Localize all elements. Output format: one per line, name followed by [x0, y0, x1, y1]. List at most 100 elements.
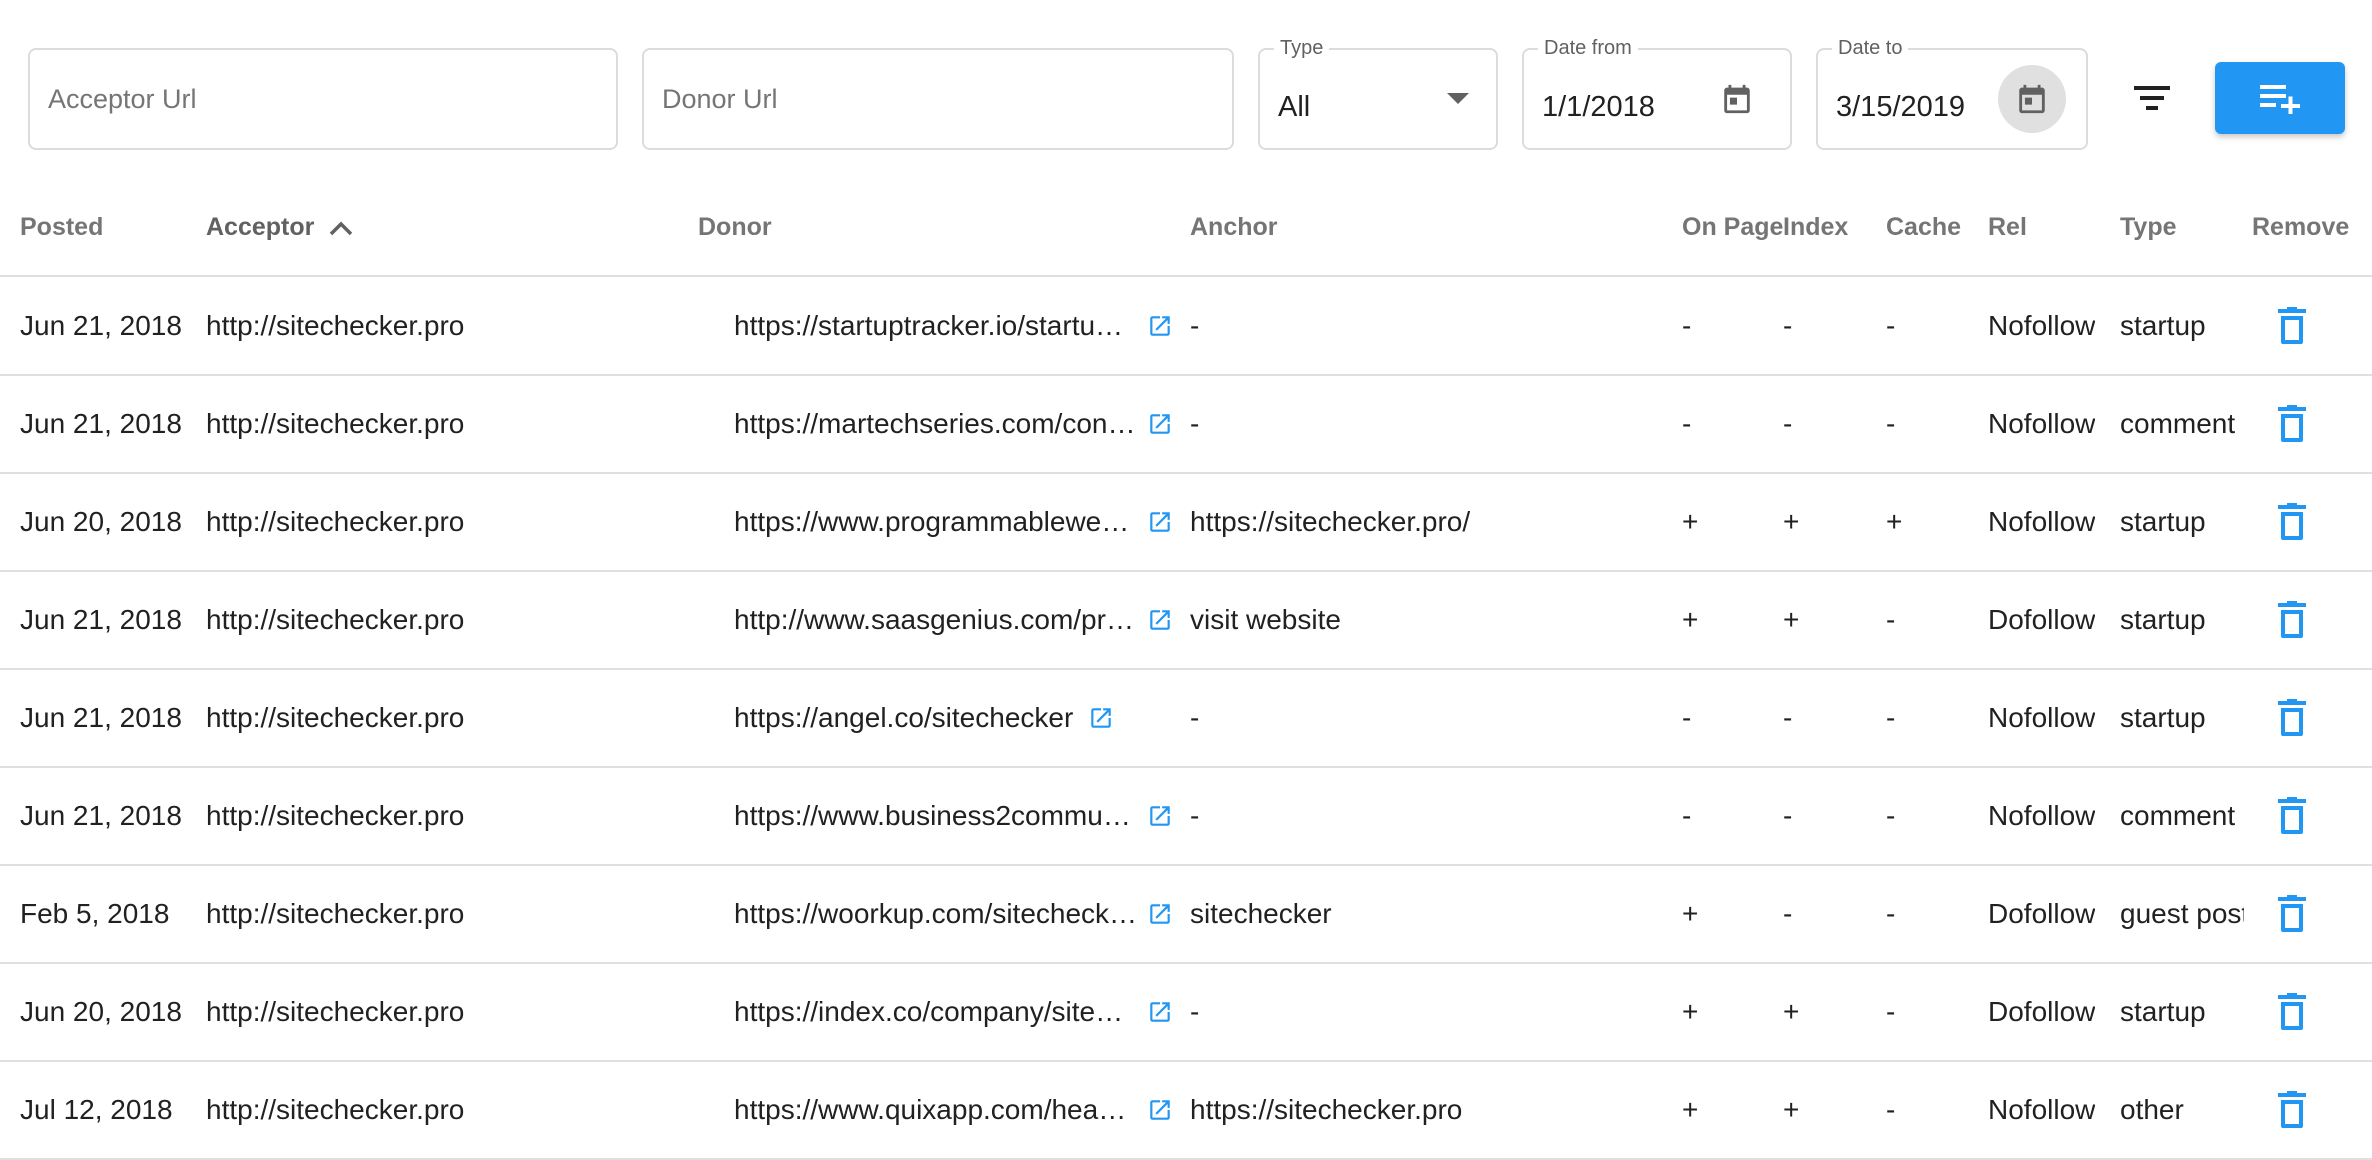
delete-icon[interactable] — [2268, 596, 2316, 644]
on-page-cell: + — [1682, 604, 1699, 635]
posted-cell: Jun 20, 2018 — [20, 506, 182, 537]
date-from-field[interactable]: Date from 1/1/2018 — [1522, 36, 1792, 150]
acceptor-cell: http://sitechecker.pro — [206, 1094, 465, 1125]
date-to-label: Date to — [1832, 36, 1909, 60]
open-in-new-icon[interactable] — [1146, 998, 1174, 1026]
donor-link[interactable]: https://www.programmablewe… — [734, 506, 1129, 538]
type-cell: startup — [2120, 702, 2206, 733]
donor-link[interactable]: https://martechseries.com/con… — [734, 408, 1135, 440]
index-cell: - — [1783, 800, 1793, 831]
rel-cell: Nofollow — [1988, 1094, 2096, 1125]
delete-icon[interactable] — [2268, 792, 2316, 840]
donor-url-input[interactable] — [662, 50, 1214, 148]
index-cell: + — [1783, 506, 1800, 537]
calendar-icon[interactable] — [1720, 81, 1754, 117]
filter-button[interactable] — [2120, 66, 2184, 130]
donor-link[interactable]: https://www.quixapp.com/hea… — [734, 1094, 1126, 1126]
rel-cell: Dofollow — [1988, 996, 2096, 1027]
column-header-donor[interactable]: Donor — [698, 180, 772, 275]
column-header-on-page[interactable]: On Page — [1682, 180, 1783, 275]
index-cell: + — [1783, 604, 1800, 635]
table-row: Jun 21, 2018 http://sitechecker.pro https:… — [0, 768, 2372, 866]
column-header-rel[interactable]: Rel — [1988, 180, 2027, 275]
calendar-icon[interactable] — [1998, 65, 2066, 133]
table-row: Jun 21, 2018 http://sitechecker.pro https:… — [0, 670, 2372, 768]
donor-cell: https://martechseries.com/con… — [734, 376, 1154, 472]
table-row: Jun 20, 2018 http://sitechecker.pro https:… — [0, 474, 2372, 572]
rel-cell: Nofollow — [1988, 800, 2096, 831]
posted-cell: Jun 21, 2018 — [20, 604, 182, 635]
delete-icon[interactable] — [2268, 498, 2316, 546]
on-page-cell: - — [1682, 310, 1692, 341]
cache-cell: - — [1886, 310, 1896, 341]
rel-cell: Nofollow — [1988, 408, 2096, 439]
donor-link[interactable]: https://www.business2commu… — [734, 800, 1131, 832]
date-to-field[interactable]: Date to 3/15/2019 — [1816, 36, 2088, 150]
index-cell: - — [1783, 702, 1793, 733]
anchor-cell: - — [1190, 408, 1200, 439]
donor-cell: https://startuptracker.io/startu… — [734, 278, 1154, 374]
donor-link[interactable]: https://startuptracker.io/startu… — [734, 310, 1123, 342]
open-in-new-icon[interactable] — [1146, 802, 1174, 830]
rel-cell: Dofollow — [1988, 604, 2096, 635]
on-page-cell: - — [1682, 702, 1692, 733]
donor-link[interactable]: https://woorkup.com/sitecheck… — [734, 898, 1137, 930]
on-page-cell: + — [1682, 1094, 1699, 1125]
posted-cell: Jul 12, 2018 — [20, 1094, 173, 1125]
donor-cell: http://www.saasgenius.com/pr… — [734, 572, 1154, 668]
type-cell: comment — [2120, 800, 2236, 831]
column-header-type[interactable]: Type — [2120, 180, 2177, 275]
donor-link[interactable]: http://www.saasgenius.com/pr… — [734, 604, 1134, 636]
anchor-cell: - — [1190, 996, 1200, 1027]
donor-link[interactable]: https://angel.co/sitechecker — [734, 702, 1073, 734]
anchor-cell: visit website — [1190, 604, 1341, 635]
rel-cell: Nofollow — [1988, 310, 2096, 341]
playlist-add-icon — [2260, 85, 2300, 114]
acceptor-url-input[interactable] — [48, 50, 598, 148]
column-header-index[interactable]: Index — [1783, 180, 1848, 275]
cache-cell: - — [1886, 1094, 1896, 1125]
donor-link[interactable]: https://index.co/company/site… — [734, 996, 1123, 1028]
delete-icon[interactable] — [2268, 1086, 2316, 1134]
table-row: Jun 21, 2018 http://sitechecker.pro https:… — [0, 278, 2372, 376]
donor-url-field[interactable] — [642, 48, 1234, 150]
cache-cell: - — [1886, 604, 1896, 635]
open-in-new-icon[interactable] — [1146, 900, 1174, 928]
arrow-drop-down-icon — [1446, 92, 1470, 106]
delete-icon[interactable] — [2268, 694, 2316, 742]
on-page-cell: + — [1682, 898, 1699, 929]
acceptor-url-field[interactable] — [28, 48, 618, 150]
open-in-new-icon[interactable] — [1146, 410, 1174, 438]
anchor-cell: - — [1190, 800, 1200, 831]
column-header-acceptor[interactable]: Acceptor — [206, 180, 354, 275]
posted-cell: Jun 21, 2018 — [20, 408, 182, 439]
open-in-new-icon[interactable] — [1146, 1096, 1174, 1124]
acceptor-cell: http://sitechecker.pro — [206, 702, 465, 733]
cache-cell: - — [1886, 898, 1896, 929]
chevron-up-icon — [330, 221, 353, 235]
add-link-button[interactable] — [2215, 62, 2345, 134]
column-header-posted[interactable]: Posted — [20, 180, 103, 275]
type-select[interactable]: Type All — [1258, 36, 1498, 150]
on-page-cell: + — [1682, 506, 1699, 537]
type-cell: startup — [2120, 310, 2206, 341]
on-page-cell: - — [1682, 408, 1692, 439]
acceptor-cell: http://sitechecker.pro — [206, 604, 465, 635]
open-in-new-icon[interactable] — [1146, 312, 1174, 340]
delete-icon[interactable] — [2268, 302, 2316, 350]
column-header-cache[interactable]: Cache — [1886, 180, 1961, 275]
delete-icon[interactable] — [2268, 400, 2316, 448]
delete-icon[interactable] — [2268, 988, 2316, 1036]
open-in-new-icon[interactable] — [1146, 508, 1174, 536]
cache-cell: - — [1886, 408, 1896, 439]
open-in-new-icon[interactable] — [1087, 704, 1115, 732]
index-cell: - — [1783, 408, 1793, 439]
date-from-value: 1/1/2018 — [1542, 91, 1655, 123]
anchor-cell: - — [1190, 310, 1200, 341]
column-header-anchor[interactable]: Anchor — [1190, 180, 1278, 275]
cache-cell: - — [1886, 996, 1896, 1027]
cache-cell: + — [1886, 506, 1903, 537]
delete-icon[interactable] — [2268, 890, 2316, 938]
open-in-new-icon[interactable] — [1146, 606, 1174, 634]
table-row: Feb 5, 2018 http://sitechecker.pro https:/… — [0, 866, 2372, 964]
